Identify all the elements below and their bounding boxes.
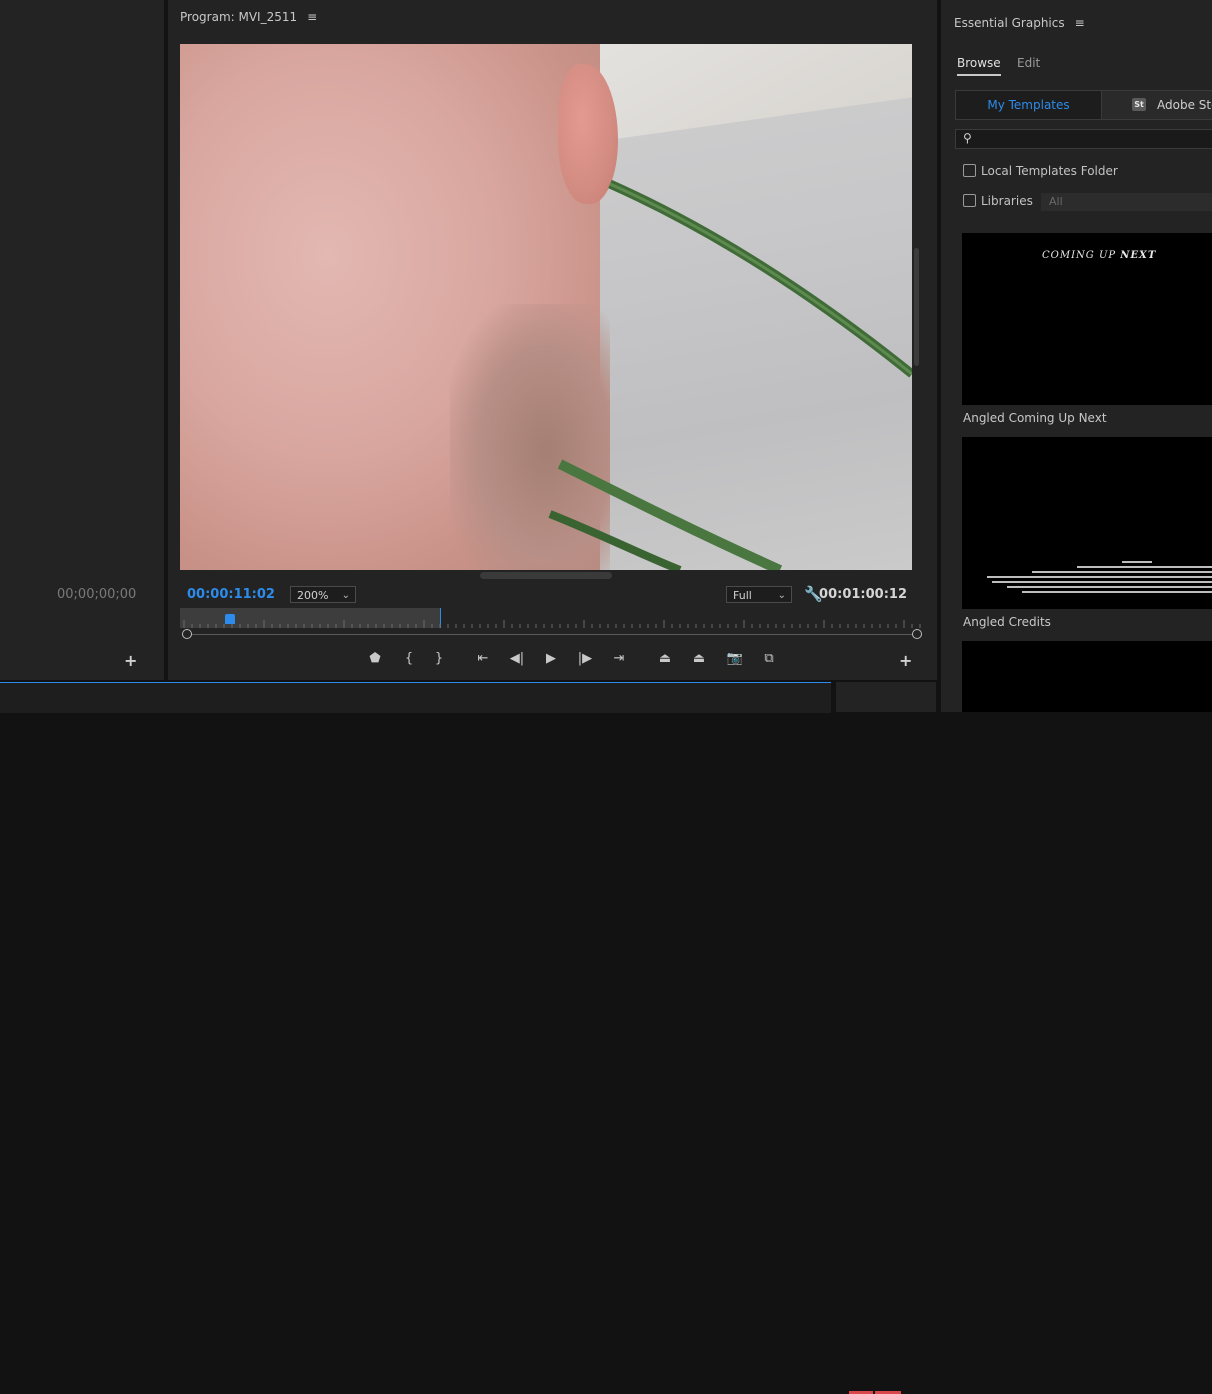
zoom-scroll-bar[interactable] <box>186 634 920 635</box>
program-title: Program: MVI_2511 <box>180 10 298 24</box>
template-thumbnail[interactable]: COMING UP NEXT <box>962 233 1212 405</box>
export-frame-button[interactable]: 📷 <box>724 649 746 669</box>
local-templates-label: Local Templates Folder <box>981 164 1118 178</box>
libraries-label: Libraries <box>981 194 1033 208</box>
libraries-checkbox[interactable] <box>963 194 976 207</box>
extract-button[interactable]: ⏏ <box>688 649 710 669</box>
step-back-button[interactable]: ◀| <box>506 649 528 669</box>
program-video-frame[interactable] <box>180 44 912 570</box>
zoom-level-value: 200% <box>297 589 329 602</box>
essential-graphics-panel: Essential Graphics ≡ Browse Edit My Templ… <box>941 0 1212 712</box>
chevron-down-icon: ⌄ <box>341 590 350 601</box>
compare-view-button[interactable]: ⧉ <box>758 649 780 669</box>
adobe-stock-label: Adobe Stoc <box>1157 98 1212 112</box>
go-to-out-button[interactable]: ⇥ <box>608 649 630 669</box>
zoom-level-select[interactable]: 200% ⌄ <box>290 586 356 603</box>
search-icon: ⚲ <box>963 131 972 145</box>
resolution-value: Full <box>733 589 752 602</box>
playback-resolution-select[interactable]: Full ⌄ <box>726 586 792 603</box>
libraries-select[interactable]: All <box>1041 193 1212 211</box>
zoom-handle-left[interactable] <box>182 629 192 639</box>
audio-meters-panel <box>836 682 936 1394</box>
video-leaf-shapes <box>548 179 912 570</box>
current-timecode[interactable]: 00:00:11:02 <box>187 587 275 602</box>
adobe-stock-icon: St <box>1132 98 1146 111</box>
mark-in-button[interactable]: { <box>398 649 420 669</box>
local-templates-checkbox[interactable] <box>963 164 976 177</box>
program-panel-header[interactable]: Program: MVI_2511 ≡ <box>180 10 317 24</box>
step-forward-button[interactable]: |▶ <box>574 649 596 669</box>
program-monitor-panel: Program: MVI_2511 ≡ 00:00:11:02 200% ⌄ Fu… <box>168 0 937 680</box>
play-button[interactable]: ▶ <box>540 649 562 669</box>
source-panel: 00;00;00;00 + <box>0 0 164 680</box>
lift-button[interactable]: ⏏ <box>654 649 676 669</box>
add-button-plus-icon[interactable]: + <box>124 651 137 670</box>
mark-out-button[interactable]: } <box>428 649 450 669</box>
adobe-stock-button[interactable]: St Adobe Stoc <box>1101 90 1212 120</box>
hamburger-icon[interactable]: ≡ <box>307 10 317 24</box>
add-marker-button[interactable]: ⬟ <box>364 649 386 669</box>
time-ruler[interactable] <box>180 608 924 630</box>
template-thumbnail[interactable] <box>962 641 1212 712</box>
tab-edit[interactable]: Edit <box>1017 56 1040 70</box>
video-vertical-scrollbar[interactable] <box>914 248 919 366</box>
thumbnail-preview-text: COMING UP NEXT <box>1042 250 1157 261</box>
ruler-ticks <box>183 620 921 628</box>
my-templates-button[interactable]: My Templates <box>955 90 1102 120</box>
local-templates-filter[interactable]: Local Templates Folder <box>963 164 1118 178</box>
libraries-filter[interactable]: Libraries <box>963 194 1033 208</box>
go-to-in-button[interactable]: ⇤ <box>472 649 494 669</box>
sequence-duration: 00:01:00:12 <box>819 587 907 602</box>
template-thumbnail[interactable] <box>962 437 1212 609</box>
template-name: Angled Credits <box>963 615 1051 629</box>
playhead[interactable] <box>225 614 235 624</box>
tab-browse[interactable]: Browse <box>957 56 1001 76</box>
timeline-panel[interactable] <box>0 682 831 713</box>
eg-title: Essential Graphics <box>954 16 1065 30</box>
template-search-input[interactable]: ⚲ <box>955 129 1212 149</box>
credits-preview-lines <box>987 561 1212 593</box>
zoom-handle-right[interactable] <box>912 629 922 639</box>
source-timecode: 00;00;00;00 <box>57 587 137 602</box>
button-editor-plus-icon[interactable]: + <box>899 651 912 670</box>
chevron-down-icon: ⌄ <box>777 590 786 601</box>
eg-panel-header[interactable]: Essential Graphics ≡ <box>954 16 1085 30</box>
template-name: Angled Coming Up Next <box>963 411 1107 425</box>
hamburger-icon[interactable]: ≡ <box>1075 16 1085 30</box>
video-horizontal-scrollbar[interactable] <box>480 572 612 579</box>
